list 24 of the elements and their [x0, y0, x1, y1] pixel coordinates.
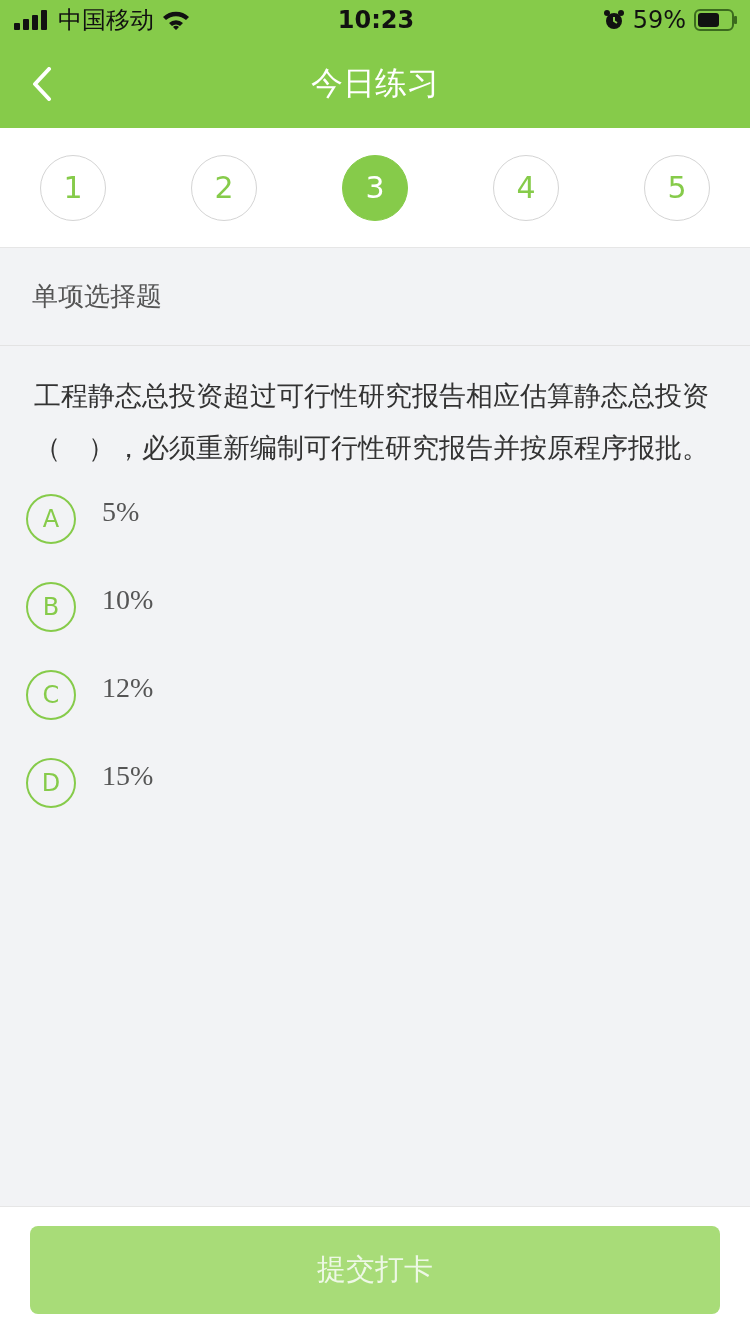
carrier-name: 中国移动: [58, 5, 154, 36]
option-letter[interactable]: D: [26, 758, 76, 808]
back-icon: [32, 67, 52, 101]
option-letter[interactable]: B: [26, 582, 76, 632]
question-number[interactable]: 2: [191, 154, 257, 221]
battery-icon: [694, 9, 738, 31]
alarm-clock-icon: [602, 9, 625, 31]
option-text: 15%: [102, 760, 154, 792]
page-title: 今日练习: [311, 63, 439, 104]
question-number[interactable]: 3: [342, 154, 408, 221]
option-letter[interactable]: A: [26, 494, 76, 544]
option-text: 12%: [102, 672, 154, 704]
question-number[interactable]: 5: [644, 154, 710, 221]
option-letter[interactable]: C: [26, 670, 76, 720]
option-text: 5%: [102, 496, 140, 528]
option-text: 10%: [102, 584, 154, 616]
question-type: 单项选择题: [32, 280, 162, 313]
battery-percent: 59%: [632, 6, 686, 34]
question-number[interactable]: 1: [40, 154, 106, 221]
question-number[interactable]: 4: [493, 154, 559, 221]
question-text: 工程静态总投资超过可行性研究报告相应估算静态总投资（ ），必须重新编制可行性研究报告并按原程序报批。: [34, 379, 710, 465]
signal-icon: [14, 10, 50, 30]
clock-time: 10:23: [337, 6, 415, 34]
wifi-icon: [162, 10, 190, 30]
